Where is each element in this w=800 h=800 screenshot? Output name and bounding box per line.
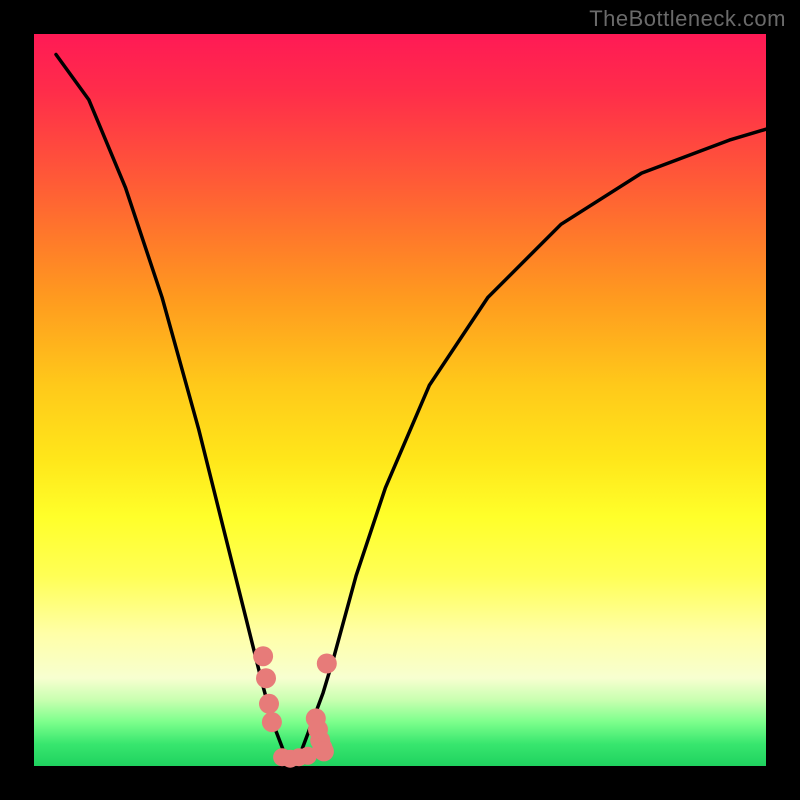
watermark-label: TheBottleneck.com	[589, 6, 786, 32]
chart-stage: TheBottleneck.com	[0, 0, 800, 800]
chart-gradient-background	[34, 34, 766, 766]
